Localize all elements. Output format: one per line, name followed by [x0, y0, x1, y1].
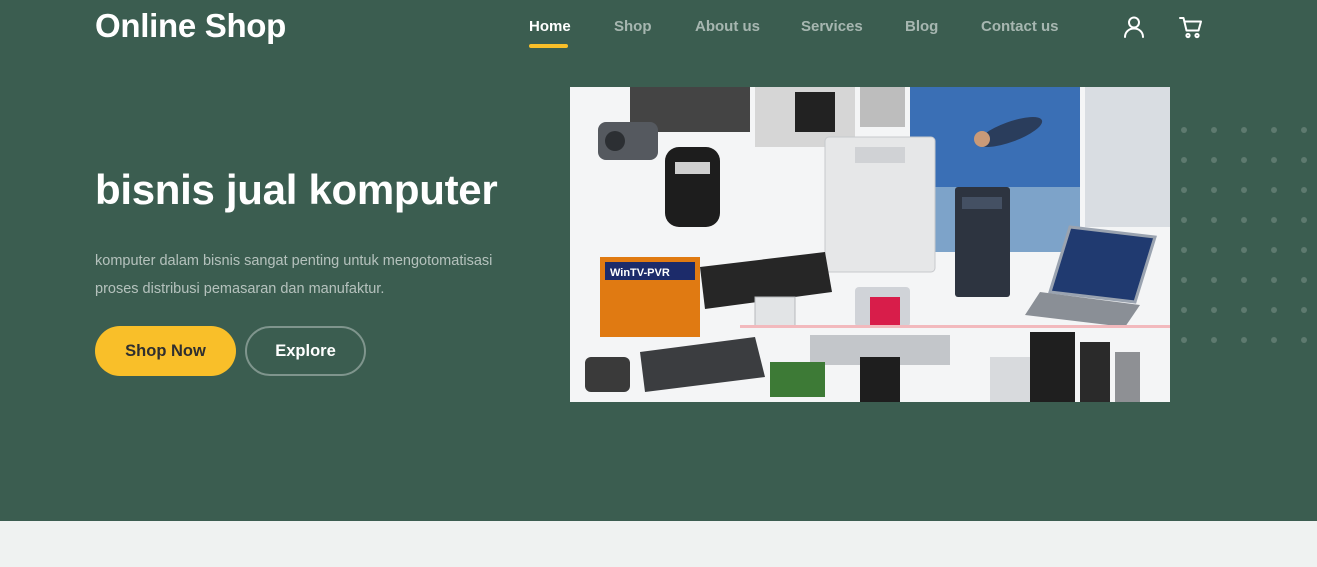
decorative-dot: [1271, 157, 1277, 163]
decorative-dot: [1301, 307, 1307, 313]
decorative-dot: [1241, 337, 1247, 343]
decorative-dot: [1241, 127, 1247, 133]
decorative-dot: [1181, 337, 1187, 343]
decorative-dot: [1181, 277, 1187, 283]
hero-description: komputer dalam bisnis sangat penting unt…: [95, 253, 493, 297]
decorative-dot: [1181, 217, 1187, 223]
user-icon[interactable]: [1121, 14, 1147, 40]
decorative-dot: [1211, 337, 1217, 343]
hero-section: Online Shop Home Shop About us Services …: [0, 0, 1317, 521]
decorative-dot: [1301, 217, 1307, 223]
nav-item-contact-us[interactable]: Contact us: [981, 18, 1059, 35]
decorative-dot: [1271, 247, 1277, 253]
decorative-dot: [1271, 277, 1277, 283]
active-nav-indicator: [529, 44, 568, 48]
decorative-dot: [1241, 277, 1247, 283]
nav-item-shop[interactable]: Shop: [614, 18, 652, 35]
image-box-label: WinTV-PVR: [610, 267, 670, 279]
decorative-dot: [1181, 157, 1187, 163]
decorative-dot: [1241, 187, 1247, 193]
hero-product-image: WinTV-PVR: [570, 87, 1170, 402]
decorative-dot: [1211, 157, 1217, 163]
decorative-dot: [1241, 247, 1247, 253]
decorative-dot: [1181, 247, 1187, 253]
shop-now-button[interactable]: Shop Now: [95, 326, 236, 376]
decorative-dot: [1181, 307, 1187, 313]
decorative-dot: [1271, 307, 1277, 313]
decorative-dot: [1211, 277, 1217, 283]
nav-item-about-us[interactable]: About us: [695, 18, 760, 35]
nav-item-home[interactable]: Home: [529, 18, 571, 35]
site-logo[interactable]: Online Shop: [95, 7, 286, 45]
decorative-dot: [1301, 337, 1307, 343]
cart-icon[interactable]: [1178, 14, 1204, 40]
decorative-dot: [1241, 307, 1247, 313]
decorative-dot: [1271, 187, 1277, 193]
decorative-dot-grid: [1181, 127, 1307, 343]
decorative-dot: [1211, 127, 1217, 133]
decorative-dot: [1211, 247, 1217, 253]
decorative-dot: [1211, 307, 1217, 313]
nav-item-blog[interactable]: Blog: [905, 18, 938, 35]
decorative-dot: [1241, 157, 1247, 163]
decorative-dot: [1271, 217, 1277, 223]
decorative-dot: [1181, 127, 1187, 133]
decorative-dot: [1301, 127, 1307, 133]
decorative-dot: [1211, 217, 1217, 223]
decorative-dot: [1211, 187, 1217, 193]
decorative-dot: [1271, 127, 1277, 133]
decorative-dot: [1301, 157, 1307, 163]
decorative-dot: [1241, 217, 1247, 223]
explore-button[interactable]: Explore: [245, 326, 366, 376]
next-section-band: [0, 521, 1317, 567]
nav-item-services[interactable]: Services: [801, 18, 863, 35]
decorative-dot: [1301, 247, 1307, 253]
decorative-dot: [1181, 187, 1187, 193]
hero-title: bisnis jual komputer: [95, 166, 498, 213]
decorative-dot: [1271, 337, 1277, 343]
decorative-dot: [1301, 277, 1307, 283]
decorative-dot: [1301, 187, 1307, 193]
